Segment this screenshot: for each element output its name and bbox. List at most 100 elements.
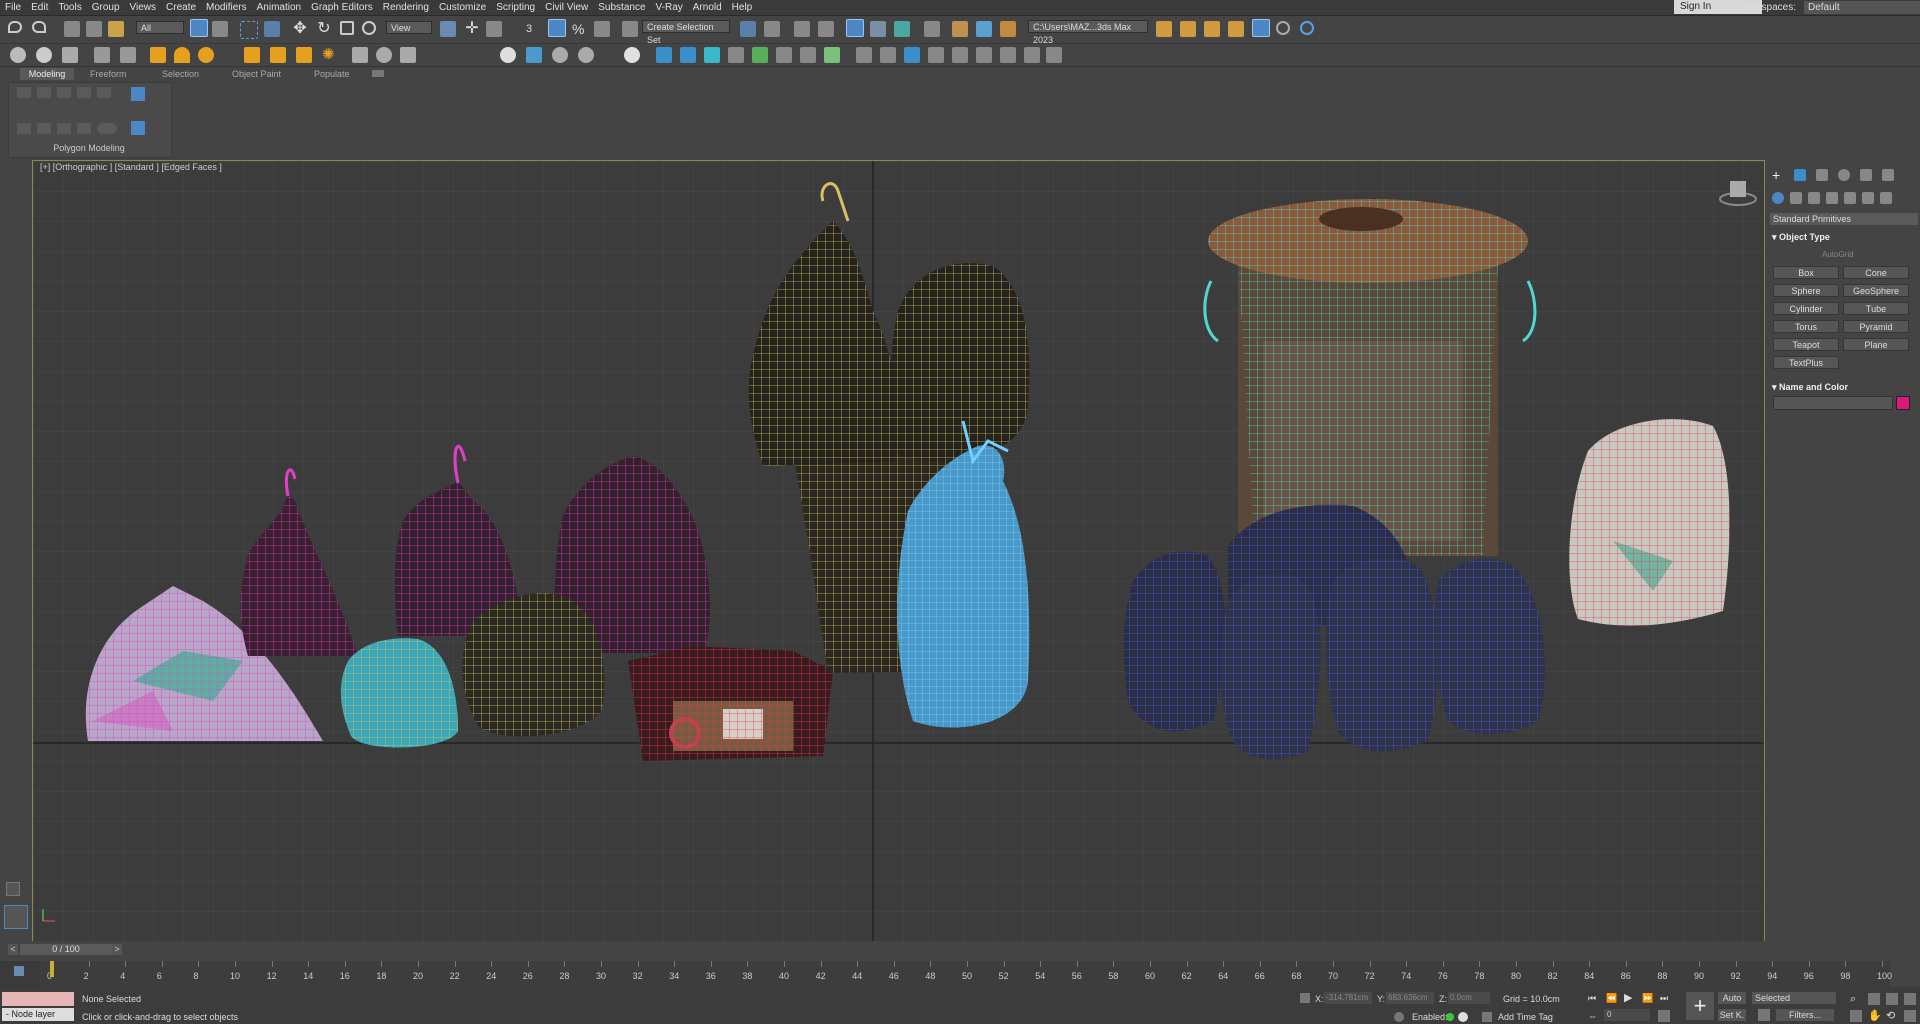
ribbon-tab-freeform[interactable]: Freeform	[90, 69, 127, 80]
ribbon-toggle-icon[interactable]	[846, 19, 864, 37]
car-icon[interactable]	[1046, 47, 1062, 63]
primitive-category-dropdown[interactable]: Standard Primitives	[1770, 213, 1918, 225]
bind-space-warp-icon[interactable]	[108, 21, 124, 37]
scale-icon[interactable]	[340, 21, 354, 35]
lightbulb-icon[interactable]	[928, 47, 944, 63]
isolate-toggle-icon[interactable]	[1458, 1012, 1468, 1022]
set-key-button[interactable]: Set K.	[1718, 1009, 1746, 1021]
arnold-licensing-icon[interactable]	[824, 47, 840, 63]
select-and-link-icon[interactable]	[64, 21, 80, 37]
percent-snap-icon[interactable]: %	[572, 21, 588, 37]
geometry-icon[interactable]	[1772, 192, 1784, 204]
element-icon[interactable]	[17, 123, 31, 134]
x-coordinate-field[interactable]: -314.781cm	[1324, 992, 1372, 1004]
vray-ipr-icon[interactable]	[552, 47, 568, 63]
workspace-toggle-icon[interactable]	[1252, 19, 1270, 37]
curve-editor-mini-icon[interactable]	[14, 966, 24, 976]
scene-explorer-icon[interactable]	[818, 21, 834, 37]
render-setup-icon[interactable]	[952, 21, 968, 37]
prev-frame-arrow-icon[interactable]: <	[8, 944, 18, 955]
modify-tab-icon[interactable]	[1794, 169, 1806, 181]
vray-plane-icon[interactable]	[400, 47, 416, 63]
field-of-view-icon[interactable]	[1850, 1010, 1862, 1022]
menu-substance[interactable]: Substance	[593, 0, 650, 15]
rendered-frame-window-icon[interactable]	[976, 21, 992, 37]
select-by-name-icon[interactable]	[212, 21, 228, 37]
vray-light-icon[interactable]	[150, 47, 166, 63]
workspace-select[interactable]: Default	[1804, 1, 1920, 14]
current-frame-field[interactable]: 0	[1604, 1009, 1650, 1021]
named-selection-set-dropdown[interactable]: Create Selection Set	[642, 20, 730, 45]
window-crossing-icon[interactable]	[264, 21, 280, 37]
reference-coordinate-dropdown[interactable]: View	[386, 21, 432, 34]
object-type-rollout-header[interactable]: ▾ Object Type	[1772, 232, 1830, 243]
vertex-icon[interactable]	[37, 87, 51, 98]
box-button[interactable]: Box	[1773, 266, 1839, 279]
grid-icon[interactable]	[976, 47, 992, 63]
vray-vfb-icon[interactable]	[578, 47, 594, 63]
menu-civil-view[interactable]: Civil View	[540, 0, 593, 15]
menu-rendering[interactable]: Rendering	[378, 0, 434, 15]
sync-icon[interactable]	[1300, 21, 1314, 35]
menu-vray[interactable]: V-Ray	[651, 0, 688, 15]
display-tab-icon[interactable]	[1860, 169, 1872, 181]
menu-tools[interactable]: Tools	[53, 0, 86, 15]
minmax-toggle-icon[interactable]	[6, 882, 20, 896]
project-folder-icon[interactable]	[1228, 21, 1244, 37]
set-key-icon[interactable]: +	[1686, 992, 1714, 1020]
render-production-icon[interactable]	[1000, 21, 1016, 37]
lock-selection-icon[interactable]	[1300, 993, 1310, 1003]
show-end-result-icon[interactable]	[131, 87, 145, 101]
help-icon[interactable]	[1276, 21, 1290, 35]
pyramid-button[interactable]: Pyramid	[1843, 320, 1909, 333]
create-project-icon[interactable]	[1180, 21, 1196, 37]
select-object-icon[interactable]	[190, 19, 208, 37]
cone-button[interactable]: Cone	[1843, 266, 1909, 279]
vray-material-icon[interactable]	[500, 47, 516, 63]
arnold-render-icon[interactable]	[680, 47, 696, 63]
select-manipulate-icon[interactable]: ✛	[464, 21, 480, 37]
time-slider[interactable]: 0 / 100	[20, 944, 112, 955]
collapse-stack-icon[interactable]	[97, 123, 117, 134]
arnold-volume-icon[interactable]	[800, 47, 816, 63]
key-mode-icon[interactable]: ⇔	[1588, 1010, 1600, 1022]
viewport-label[interactable]: [+] [Orthographic ] [Standard ] [Edged F…	[40, 162, 222, 172]
mesh-white-bag-red-wire[interactable]	[1569, 419, 1730, 626]
menu-modifiers[interactable]: Modifiers	[201, 0, 252, 15]
object-name-field[interactable]	[1773, 396, 1893, 410]
layer-explorer-icon[interactable]	[794, 21, 810, 37]
sphere-button[interactable]: Sphere	[1773, 284, 1839, 297]
render-iterative-icon[interactable]	[36, 47, 52, 63]
menu-edit[interactable]: Edit	[26, 0, 53, 15]
filters-button[interactable]: Filters...	[1776, 1009, 1834, 1021]
material-editor-icon[interactable]	[924, 21, 940, 37]
align-icon[interactable]	[764, 21, 780, 37]
create-tab-icon[interactable]: +	[1772, 168, 1784, 182]
vray-sky-icon[interactable]: ✺	[322, 47, 338, 63]
vray-sphere-light-icon[interactable]	[198, 47, 214, 63]
mesh-open-trash-box[interactable]	[628, 646, 833, 761]
tube-button[interactable]: Tube	[1843, 302, 1909, 315]
utilities-tab-icon[interactable]	[1882, 169, 1894, 181]
vray-proxy-icon[interactable]	[352, 47, 368, 63]
substance-icon[interactable]	[856, 47, 872, 63]
schematic-view-icon[interactable]	[894, 21, 910, 37]
hierarchy-tab-icon[interactable]	[1816, 169, 1828, 181]
arnold-log-icon[interactable]	[776, 47, 792, 63]
key-filter-icon[interactable]	[1758, 1009, 1770, 1021]
polygon-icon[interactable]	[97, 87, 111, 98]
helpers-icon[interactable]	[1844, 192, 1856, 204]
zoom-all-icon[interactable]	[1868, 993, 1880, 1005]
edit-named-selection-icon[interactable]	[622, 21, 638, 37]
autogrid-checkbox[interactable]: AutoGrid	[1822, 250, 1854, 259]
track-bar-menu[interactable]	[0, 961, 40, 987]
systems-icon[interactable]	[1880, 192, 1892, 204]
arnold-light-icon[interactable]	[656, 47, 672, 63]
arnold-material-icon[interactable]	[752, 47, 768, 63]
vray-ies-light-icon[interactable]	[244, 47, 260, 63]
move-icon[interactable]: ✥	[292, 21, 308, 37]
pan-icon[interactable]: ✋	[1868, 1010, 1882, 1022]
object-color-swatch[interactable]	[1896, 396, 1910, 410]
shapes-icon[interactable]	[1790, 192, 1802, 204]
menu-graph-editors[interactable]: Graph Editors	[306, 0, 378, 15]
